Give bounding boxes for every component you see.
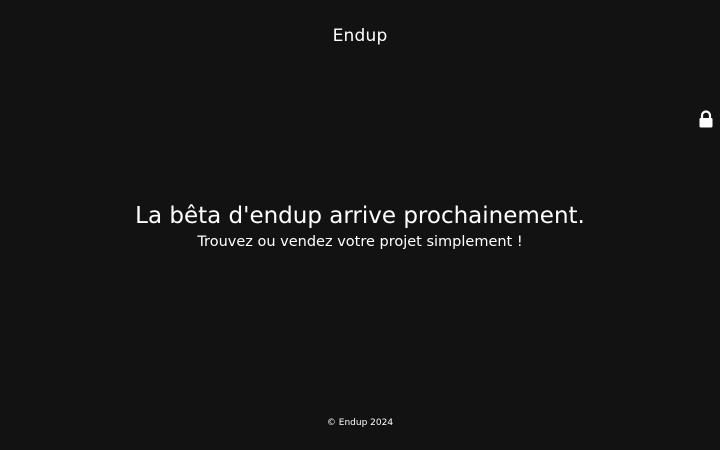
footer-copyright: © Endup 2024	[326, 418, 394, 428]
site-title: Endup	[332, 26, 388, 46]
subtitle: Trouvez ou vendez votre projet simplemen…	[197, 234, 523, 250]
admin-lock-button[interactable]	[698, 110, 714, 128]
hero-section: La bêta d'endup arrive prochainement. Tr…	[0, 200, 720, 252]
headline: La bêta d'endup arrive prochainement.	[135, 203, 585, 229]
lock-icon	[699, 110, 713, 128]
coming-soon-page: Endup La bêta d'endup arrive prochaineme…	[0, 0, 720, 450]
